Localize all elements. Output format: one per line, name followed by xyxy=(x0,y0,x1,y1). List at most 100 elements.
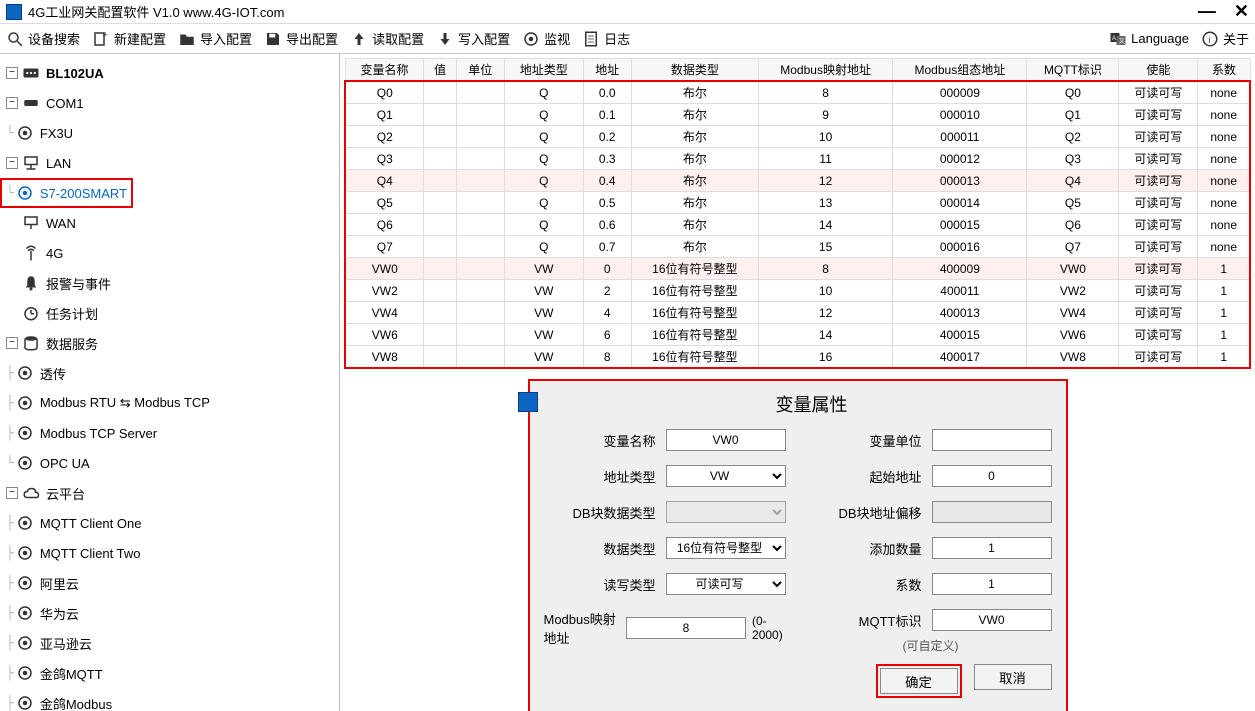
table-row[interactable]: Q7Q0.7布尔15000016Q7可读可写none xyxy=(345,236,1250,258)
serial-icon xyxy=(22,94,40,112)
table-header: 地址 xyxy=(583,59,631,82)
window-title: 4G工业网关配置软件 V1.0 www.4G-IOT.com xyxy=(28,2,284,21)
read-config-button[interactable]: 读取配置 xyxy=(350,29,424,48)
close-button[interactable]: ✕ xyxy=(1234,1,1249,22)
mqttid-input[interactable] xyxy=(932,609,1052,631)
tree-root[interactable]: − BL102UA xyxy=(0,58,339,88)
expander-icon[interactable]: − xyxy=(6,337,18,349)
table-row[interactable]: Q6Q0.6布尔14000015Q6可读可写none xyxy=(345,214,1250,236)
tree-cloud[interactable]: − 云平台 xyxy=(0,478,339,508)
tree-4g[interactable]: 4G xyxy=(0,238,339,268)
about-button[interactable]: i 关于 xyxy=(1201,29,1249,48)
import-icon xyxy=(178,30,196,48)
dboffset-input xyxy=(932,501,1052,523)
addrtype-select[interactable]: VW xyxy=(666,465,786,487)
circle-icon xyxy=(16,454,34,472)
table-header: Modbus组态地址 xyxy=(893,59,1027,82)
device-search-button[interactable]: 设备搜索 xyxy=(6,29,80,48)
coef-input[interactable] xyxy=(932,573,1052,595)
tree-lan[interactable]: − LAN xyxy=(0,148,339,178)
language-button[interactable]: A文 Language xyxy=(1109,30,1189,48)
table-header: 变量名称 xyxy=(345,59,424,82)
tree-wan[interactable]: WAN xyxy=(0,208,339,238)
tree-task[interactable]: 任务计划 xyxy=(0,298,339,328)
datatype-select[interactable]: 16位有符号整型 xyxy=(666,537,786,559)
plc-icon xyxy=(16,124,34,142)
import-config-button[interactable]: 导入配置 xyxy=(178,29,252,48)
table-row[interactable]: VW8VW816位有符号整型16400017VW8可读可写1 xyxy=(345,346,1250,369)
database-icon xyxy=(22,334,40,352)
bell-icon xyxy=(22,274,40,292)
info-icon: i xyxy=(1201,30,1219,48)
circle-icon xyxy=(16,544,34,562)
table-header: 地址类型 xyxy=(504,59,583,82)
table-row[interactable]: VW4VW416位有符号整型12400013VW4可读可写1 xyxy=(345,302,1250,324)
tree-dataservice[interactable]: − 数据服务 xyxy=(0,328,339,358)
addcount-input[interactable] xyxy=(932,537,1052,559)
table-row[interactable]: VW0VW016位有符号整型8400009VW0可读可写1 xyxy=(345,258,1250,280)
rwtype-select[interactable]: 可读可写 xyxy=(666,573,786,595)
tree-huawei[interactable]: ├华为云 xyxy=(0,598,339,628)
tree-com1[interactable]: − COM1 xyxy=(0,88,339,118)
cancel-button[interactable]: 取消 xyxy=(974,664,1052,690)
wan-icon xyxy=(22,214,40,232)
tree-fx3u[interactable]: └ FX3U xyxy=(0,118,339,148)
cloud-icon xyxy=(22,484,40,502)
tree-aliyun[interactable]: ├阿里云 xyxy=(0,568,339,598)
dialog-title: 变量属性 xyxy=(776,391,848,417)
log-icon xyxy=(582,30,600,48)
write-config-button[interactable]: 写入配置 xyxy=(436,29,510,48)
circle-icon xyxy=(16,424,34,442)
tree-jinge-mqtt[interactable]: ├金鸽MQTT xyxy=(0,658,339,688)
variable-table: 变量名称值单位地址类型地址数据类型Modbus映射地址Modbus组态地址MQT… xyxy=(344,58,1251,369)
app-icon xyxy=(6,4,22,20)
tree-passthrough[interactable]: ├透传 xyxy=(0,358,339,388)
table-row[interactable]: Q4Q0.4布尔12000013Q4可读可写none xyxy=(345,170,1250,192)
minimize-button[interactable]: — xyxy=(1198,1,1216,22)
modbusmap-input[interactable] xyxy=(626,617,746,639)
circle-icon xyxy=(16,514,34,532)
circle-icon xyxy=(16,634,34,652)
dbdatatype-select xyxy=(666,501,786,523)
table-row[interactable]: Q0Q0.0布尔8000009Q0可读可写none xyxy=(345,81,1250,104)
table-row[interactable]: Q3Q0.3布尔11000012Q3可读可写none xyxy=(345,148,1250,170)
monitor-button[interactable]: 监视 xyxy=(522,29,570,48)
table-row[interactable]: VW6VW616位有符号整型14400015VW6可读可写1 xyxy=(345,324,1250,346)
dialog-icon xyxy=(518,392,538,412)
clock-icon xyxy=(22,304,40,322)
tree-alarm[interactable]: 报警与事件 xyxy=(0,268,339,298)
tree-jinge-modbus[interactable]: ├金鸽Modbus xyxy=(0,688,339,711)
table-row[interactable]: Q2Q0.2布尔10000011Q2可读可写none xyxy=(345,126,1250,148)
new-icon: + xyxy=(92,30,110,48)
antenna-icon xyxy=(22,244,40,262)
varname-input[interactable] xyxy=(666,429,786,451)
upload-icon xyxy=(350,30,368,48)
table-row[interactable]: Q1Q0.1布尔9000010Q1可读可写none xyxy=(345,104,1250,126)
ok-button[interactable]: 确定 xyxy=(880,668,958,694)
expander-icon[interactable]: − xyxy=(6,97,18,109)
startaddr-input[interactable] xyxy=(932,465,1052,487)
tree-modbus-rtu-tcp[interactable]: ├Modbus RTU ⇆ Modbus TCP xyxy=(0,388,339,418)
table-row[interactable]: VW2VW216位有符号整型10400011VW2可读可写1 xyxy=(345,280,1250,302)
table-header: Modbus映射地址 xyxy=(758,59,892,82)
toolbar: 设备搜索 + 新建配置 导入配置 导出配置 读取配置 写入配置 监视 日志 xyxy=(0,24,1255,54)
titlebar: 4G工业网关配置软件 V1.0 www.4G-IOT.com — ✕ xyxy=(0,0,1255,24)
table-header: 使能 xyxy=(1119,59,1198,82)
tree-s7-200smart[interactable]: └ S7-200SMART xyxy=(0,178,133,208)
export-config-button[interactable]: 导出配置 xyxy=(264,29,338,48)
expander-icon[interactable]: − xyxy=(6,487,18,499)
tree-modbus-tcp-server[interactable]: ├Modbus TCP Server xyxy=(0,418,339,448)
tree-mqtt-client-two[interactable]: ├MQTT Client Two xyxy=(0,538,339,568)
table-row[interactable]: Q5Q0.5布尔13000014Q5可读可写none xyxy=(345,192,1250,214)
circle-icon xyxy=(16,574,34,592)
lan-icon xyxy=(22,154,40,172)
expander-icon[interactable]: − xyxy=(6,157,18,169)
tree-aws[interactable]: ├亚马逊云 xyxy=(0,628,339,658)
tree-mqtt-client-one[interactable]: ├MQTT Client One xyxy=(0,508,339,538)
tree-opc-ua[interactable]: └OPC UA xyxy=(0,448,339,478)
expander-icon[interactable]: − xyxy=(6,67,18,79)
circle-icon xyxy=(16,394,34,412)
unit-input[interactable] xyxy=(932,429,1052,451)
log-button[interactable]: 日志 xyxy=(582,29,630,48)
new-config-button[interactable]: + 新建配置 xyxy=(92,29,166,48)
